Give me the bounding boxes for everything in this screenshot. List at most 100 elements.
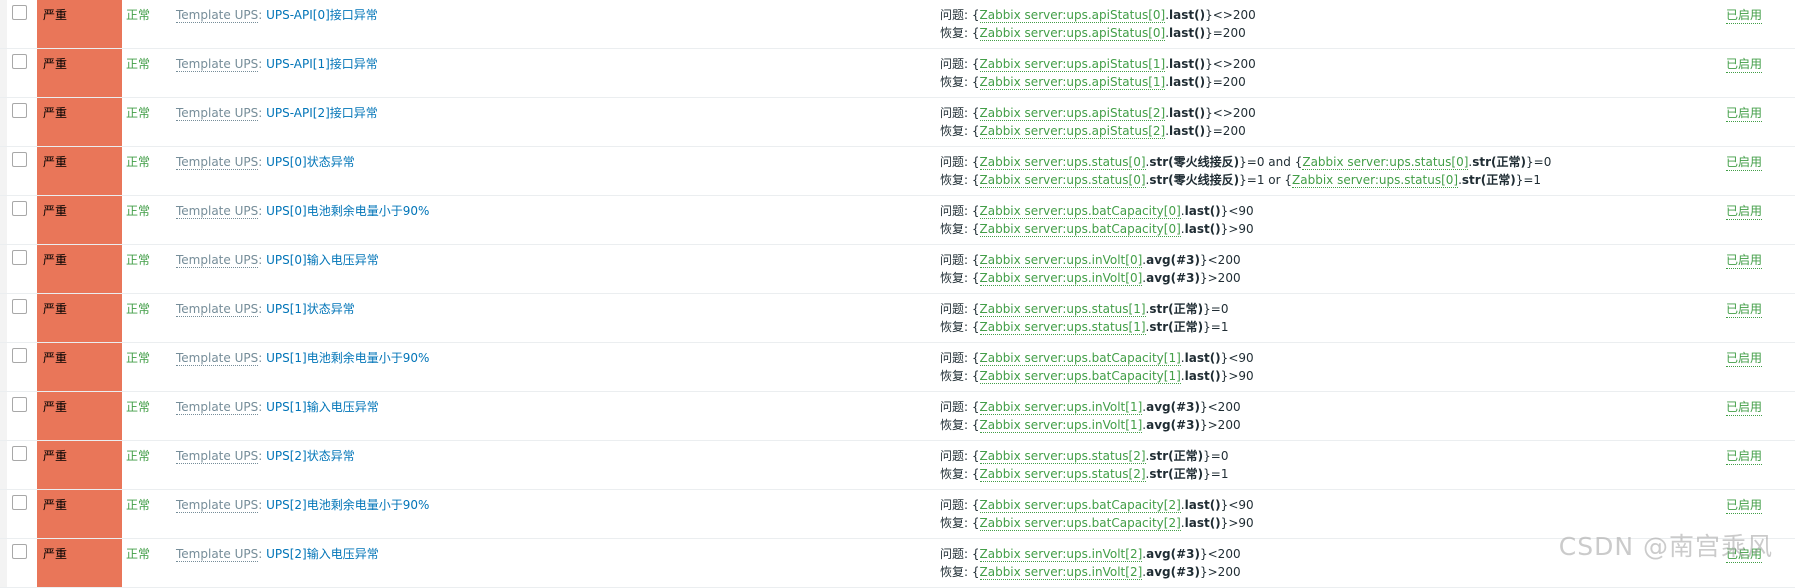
severity-label: 严重 <box>43 351 68 365</box>
row-select-checkbox[interactable] <box>12 544 27 559</box>
trigger-link[interactable]: UPS-API[1]接口异常 <box>266 57 378 71</box>
enabled-toggle[interactable]: 已启用 <box>1726 447 1763 465</box>
status-label[interactable]: 正常 <box>126 6 150 23</box>
trigger-link[interactable]: UPS[0]电池剩余电量小于90% <box>266 204 429 218</box>
trigger-link[interactable]: UPS[1]状态异常 <box>266 302 355 316</box>
enabled-toggle[interactable]: 已启用 <box>1726 300 1763 318</box>
item-link[interactable]: Zabbix server:ups.inVolt[2] <box>979 547 1143 562</box>
status-label[interactable]: 正常 <box>126 447 150 464</box>
expression-label: 问题: <box>940 351 969 365</box>
template-link[interactable]: Template UPS <box>176 8 259 23</box>
item-link[interactable]: Zabbix server:ups.inVolt[2] <box>979 565 1143 580</box>
template-link[interactable]: Template UPS <box>176 204 259 219</box>
status-label[interactable]: 正常 <box>126 104 150 121</box>
item-link[interactable]: Zabbix server:ups.apiStatus[0] <box>979 26 1166 41</box>
enabled-toggle[interactable]: 已启用 <box>1726 398 1763 416</box>
row-select-checkbox[interactable] <box>12 348 27 363</box>
item-link[interactable]: Zabbix server:ups.status[2] <box>979 467 1146 482</box>
enabled-toggle[interactable]: 已启用 <box>1726 202 1763 220</box>
template-link[interactable]: Template UPS <box>176 302 259 317</box>
item-link[interactable]: Zabbix server:ups.batCapacity[1] <box>979 369 1181 384</box>
trigger-link[interactable]: UPS[2]输入电压异常 <box>266 547 379 561</box>
row-select-checkbox[interactable] <box>12 152 27 167</box>
row-edge <box>0 343 7 391</box>
item-link[interactable]: Zabbix server:ups.inVolt[1] <box>979 418 1143 433</box>
trigger-link[interactable]: UPS-API[2]接口异常 <box>266 106 378 120</box>
template-link[interactable]: Template UPS <box>176 498 259 513</box>
row-select-checkbox[interactable] <box>12 201 27 216</box>
enabled-toggle[interactable]: 已启用 <box>1726 251 1763 269</box>
brace-close: } <box>1526 155 1534 169</box>
row-select-checkbox[interactable] <box>12 54 27 69</box>
expression-operator: <>200 <box>1212 57 1256 71</box>
item-link[interactable]: Zabbix server:ups.inVolt[1] <box>979 400 1143 415</box>
trigger-link[interactable]: UPS[1]电池剩余电量小于90% <box>266 351 429 365</box>
item-link[interactable]: Zabbix server:ups.status[1] <box>979 302 1146 317</box>
trigger-link[interactable]: UPS[0]输入电压异常 <box>266 253 379 267</box>
row-select-checkbox[interactable] <box>12 103 27 118</box>
item-link[interactable]: Zabbix server:ups.batCapacity[0] <box>979 204 1181 219</box>
status-label[interactable]: 正常 <box>126 398 150 415</box>
template-link[interactable]: Template UPS <box>176 400 259 415</box>
trigger-link[interactable]: UPS[1]输入电压异常 <box>266 400 379 414</box>
status-label[interactable]: 正常 <box>126 300 150 317</box>
item-link[interactable]: Zabbix server:ups.batCapacity[0] <box>979 222 1181 237</box>
row-select-checkbox[interactable] <box>12 299 27 314</box>
template-link[interactable]: Template UPS <box>176 351 259 366</box>
function-name: last() <box>1169 106 1206 120</box>
row-select-checkbox[interactable] <box>12 397 27 412</box>
status-label[interactable]: 正常 <box>126 55 150 72</box>
item-link[interactable]: Zabbix server:ups.apiStatus[2] <box>979 106 1166 121</box>
row-select-checkbox[interactable] <box>12 495 27 510</box>
trigger-link[interactable]: UPS-API[0]接口异常 <box>266 8 378 22</box>
status-label[interactable]: 正常 <box>126 202 150 219</box>
item-link[interactable]: Zabbix server:ups.status[2] <box>979 449 1146 464</box>
row-select-checkbox[interactable] <box>12 446 27 461</box>
template-link[interactable]: Template UPS <box>176 449 259 464</box>
item-link[interactable]: Zabbix server:ups.apiStatus[1] <box>979 57 1166 72</box>
enabled-toggle[interactable]: 已启用 <box>1726 6 1763 24</box>
item-link[interactable]: Zabbix server:ups.status[0] <box>1302 155 1469 170</box>
item-link[interactable]: Zabbix server:ups.batCapacity[1] <box>979 351 1181 366</box>
item-link[interactable]: Zabbix server:ups.batCapacity[2] <box>979 498 1181 513</box>
item-link[interactable]: Zabbix server:ups.status[0] <box>1292 173 1459 188</box>
item-link[interactable]: Zabbix server:ups.apiStatus[2] <box>979 124 1166 139</box>
status-label[interactable]: 正常 <box>126 496 150 513</box>
template-link[interactable]: Template UPS <box>176 547 259 562</box>
template-link[interactable]: Template UPS <box>176 155 259 170</box>
enabled-toggle[interactable]: 已启用 <box>1726 104 1763 122</box>
status-label[interactable]: 正常 <box>126 349 150 366</box>
brace-open: { <box>968 155 980 169</box>
item-link[interactable]: Zabbix server:ups.apiStatus[0] <box>979 8 1166 23</box>
trigger-link[interactable]: UPS[2]状态异常 <box>266 449 355 463</box>
expression-operator: =0 <box>1210 449 1229 463</box>
status-label[interactable]: 正常 <box>126 545 150 562</box>
expression-operator: <>200 <box>1212 106 1256 120</box>
item-link[interactable]: Zabbix server:ups.inVolt[0] <box>979 271 1143 286</box>
function-name: str(零火线接反) <box>1149 173 1240 187</box>
enabled-toggle[interactable]: 已启用 <box>1726 153 1763 171</box>
template-link[interactable]: Template UPS <box>176 253 259 268</box>
item-link[interactable]: Zabbix server:ups.status[0] <box>979 173 1146 188</box>
trigger-name: Template UPS: UPS[0]电池剩余电量小于90% <box>176 202 429 219</box>
item-link[interactable]: Zabbix server:ups.batCapacity[2] <box>979 516 1181 531</box>
problem-expression: 问题: {Zabbix server:ups.status[1].str(正常)… <box>940 300 1229 318</box>
expression-operator: <200 <box>1207 253 1241 267</box>
trigger-link[interactable]: UPS[2]电池剩余电量小于90% <box>266 498 429 512</box>
enabled-toggle[interactable]: 已启用 <box>1726 349 1763 367</box>
template-link[interactable]: Template UPS <box>176 57 259 72</box>
trigger-name: Template UPS: UPS[2]电池剩余电量小于90% <box>176 496 429 513</box>
row-select-checkbox[interactable] <box>12 250 27 265</box>
enabled-toggle[interactable]: 已启用 <box>1726 496 1763 514</box>
expression-operator: =0 <box>1210 302 1229 316</box>
status-label[interactable]: 正常 <box>126 251 150 268</box>
item-link[interactable]: Zabbix server:ups.status[0] <box>979 155 1146 170</box>
item-link[interactable]: Zabbix server:ups.apiStatus[1] <box>979 75 1166 90</box>
row-select-checkbox[interactable] <box>12 5 27 20</box>
trigger-link[interactable]: UPS[0]状态异常 <box>266 155 355 169</box>
item-link[interactable]: Zabbix server:ups.status[1] <box>979 320 1146 335</box>
status-label[interactable]: 正常 <box>126 153 150 170</box>
template-link[interactable]: Template UPS <box>176 106 259 121</box>
enabled-toggle[interactable]: 已启用 <box>1726 55 1763 73</box>
item-link[interactable]: Zabbix server:ups.inVolt[0] <box>979 253 1143 268</box>
